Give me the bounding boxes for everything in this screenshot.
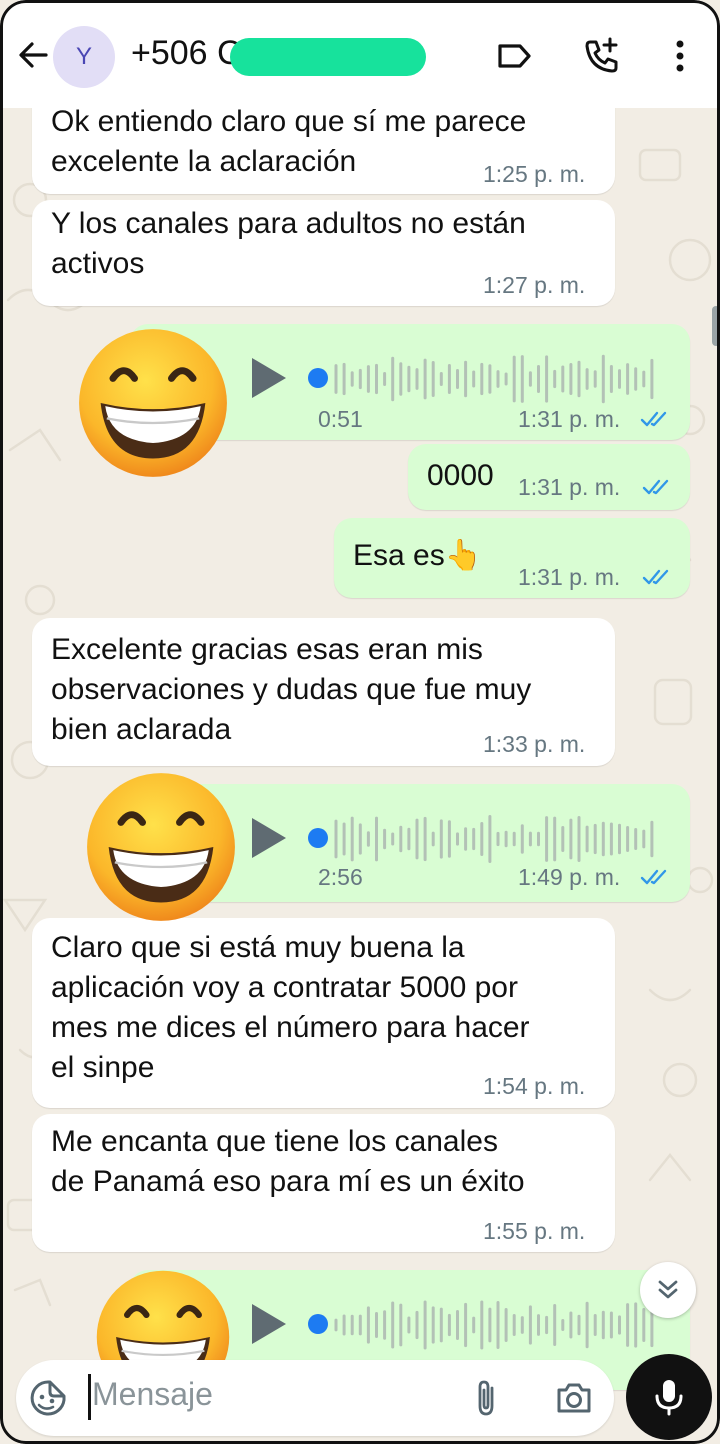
read-ticks-icon xyxy=(642,569,669,585)
voice-duration: 0:51 xyxy=(318,406,363,432)
message-time: 1:31 p. m. xyxy=(518,564,621,590)
phone-screen: Y +506 C Ok entiendo claro que sí me par… xyxy=(0,0,720,1444)
play-icon[interactable] xyxy=(252,358,286,398)
message-time: 1:31 p. m. xyxy=(518,474,621,500)
message-input[interactable]: Mensaje xyxy=(92,1376,213,1413)
add-call-icon[interactable] xyxy=(582,36,622,76)
play-icon[interactable] xyxy=(252,1304,286,1344)
message-time: 1:27 p. m. xyxy=(483,272,586,298)
read-ticks-icon xyxy=(642,479,669,495)
avatar-letter: Y xyxy=(75,43,92,70)
grinning-face-emoji xyxy=(87,773,235,921)
message-text: Y los canales para adultos no están acti… xyxy=(51,207,526,280)
voice-record-button[interactable] xyxy=(626,1354,712,1440)
message-incoming[interactable]: Me encanta que tiene los canales de Pana… xyxy=(32,1114,615,1252)
message-time: 1:25 p. m. xyxy=(483,161,586,187)
microphone-icon xyxy=(655,1380,683,1416)
message-incoming[interactable]: Y los canales para adultos no están acti… xyxy=(32,200,615,306)
label-tag-icon[interactable] xyxy=(494,36,534,76)
redaction-mark xyxy=(230,38,426,76)
audio-waveform[interactable] xyxy=(332,354,662,404)
message-text: Ok entiendo claro que sí me parece excel… xyxy=(51,105,527,178)
message-text: Esa es👆 xyxy=(353,539,483,572)
message-time: 1:33 p. m. xyxy=(483,731,586,757)
play-icon[interactable] xyxy=(252,818,286,858)
message-time: 1:55 p. m. xyxy=(483,1218,586,1244)
message-outgoing[interactable]: Esa es👆 1:31 p. m. xyxy=(334,518,690,598)
chat-header: Y +506 C xyxy=(0,0,720,108)
message-text: Me encanta que tiene los canales de Pana… xyxy=(51,1125,525,1198)
message-time: 1:31 p. m. xyxy=(518,406,621,432)
more-vert-icon[interactable] xyxy=(660,36,700,76)
scroll-indicator[interactable] xyxy=(712,306,720,346)
read-ticks-icon xyxy=(640,869,667,885)
message-text: Excelente gracias esas eran mis observac… xyxy=(51,633,532,746)
message-time: 1:54 p. m. xyxy=(483,1073,586,1099)
message-composer: Mensaje xyxy=(16,1360,614,1436)
audio-waveform[interactable] xyxy=(332,814,662,864)
message-list: Ok entiendo claro que sí me parece excel… xyxy=(0,88,720,1404)
contact-avatar[interactable]: Y xyxy=(53,26,115,88)
paperclip-icon[interactable] xyxy=(466,1378,506,1418)
message-time: 1:49 p. m. xyxy=(518,864,621,890)
sticker-icon[interactable] xyxy=(28,1378,68,1418)
message-text: Claro que si está muy buena la aplicació… xyxy=(51,931,530,1084)
message-incoming[interactable]: Excelente gracias esas eran mis observac… xyxy=(32,618,615,766)
text-caret xyxy=(88,1374,91,1420)
camera-icon[interactable] xyxy=(554,1378,594,1418)
playback-dot[interactable] xyxy=(308,368,328,388)
playback-dot[interactable] xyxy=(308,1314,328,1334)
playback-dot[interactable] xyxy=(308,828,328,848)
read-ticks-icon xyxy=(640,411,667,427)
voice-duration: 2:56 xyxy=(318,864,363,890)
contact-name[interactable]: +506 C xyxy=(131,34,242,73)
chevron-double-down-icon xyxy=(658,1280,678,1299)
arrow-left-icon[interactable] xyxy=(16,38,50,72)
message-text: 0000 xyxy=(427,459,494,492)
message-incoming[interactable]: Claro que si está muy buena la aplicació… xyxy=(32,918,615,1108)
scroll-to-bottom-button[interactable] xyxy=(640,1262,696,1318)
message-outgoing[interactable]: 0000 1:31 p. m. xyxy=(408,444,690,510)
audio-waveform[interactable] xyxy=(332,1300,662,1350)
grinning-face-emoji xyxy=(79,329,227,477)
